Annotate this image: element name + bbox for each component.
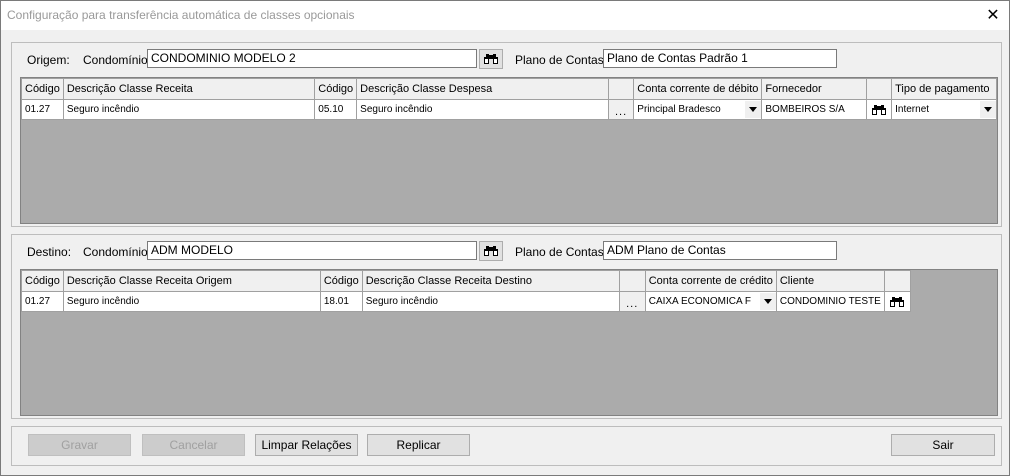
header-descricao-receita[interactable]: Descrição Classe Receita <box>62 78 316 100</box>
header-conta-credito[interactable]: Conta corrente de crédito <box>644 270 777 292</box>
header-descricao-receita-origem[interactable]: Descrição Classe Receita Origem <box>62 270 321 292</box>
destino-plano-field[interactable]: ADM Plano de Contas <box>603 241 837 260</box>
ellipsis-button[interactable]: ... <box>618 291 646 312</box>
header-conta-debito[interactable]: Conta corrente de débito <box>633 78 763 100</box>
header-descricao-receita-destino[interactable]: Descrição Classe Receita Destino <box>361 270 620 292</box>
cliente-search-button[interactable] <box>883 291 911 312</box>
binoculars-icon <box>484 54 498 64</box>
tipo-pagamento-value: Internet <box>895 104 930 115</box>
header-codigo-despesa[interactable]: Código <box>314 78 358 100</box>
origem-condominio-field[interactable]: CONDOMINIO MODELO 2 <box>147 49 477 68</box>
chevron-down-icon[interactable] <box>745 101 761 118</box>
binoculars-icon <box>484 246 498 256</box>
origem-plano-label: Plano de Contas: <box>515 53 608 67</box>
conta-credito-dropdown[interactable]: CAIXA ECONOMICA F <box>644 291 777 312</box>
replicar-button[interactable]: Replicar <box>367 434 470 456</box>
destino-table: Código Descrição Classe Receita Origem C… <box>21 270 911 312</box>
cell-descricao-receita[interactable]: Seguro incêndio <box>62 99 316 120</box>
header-tipo-pagamento[interactable]: Tipo de pagamento <box>891 78 997 100</box>
destino-condominio-label: Condomínio: <box>83 245 152 259</box>
cell-descricao-despesa[interactable]: Seguro incêndio <box>356 99 609 120</box>
sair-button[interactable]: Sair <box>891 434 995 456</box>
origem-panel: Origem: Condomínio: CONDOMINIO MODELO 2 … <box>11 42 1002 227</box>
cell-descricao-receita-destino[interactable]: Seguro incêndio <box>361 291 620 312</box>
header-descricao-despesa[interactable]: Descrição Classe Despesa <box>356 78 609 100</box>
chevron-down-icon[interactable] <box>980 101 996 118</box>
header-blank <box>883 270 911 292</box>
header-cliente[interactable]: Cliente <box>775 270 885 292</box>
header-codigo-destino[interactable]: Código <box>319 270 363 292</box>
destino-plano-label: Plano de Contas: <box>515 245 608 259</box>
table-row[interactable]: 01.27 Seguro incêndio 18.01 Seguro incên… <box>21 291 911 312</box>
header-blank <box>618 270 646 292</box>
header-fornecedor[interactable]: Fornecedor <box>761 78 867 100</box>
origem-condominio-label: Condomínio: <box>83 53 152 67</box>
destino-condominio-search-button[interactable] <box>479 241 503 261</box>
destino-grid: Código Descrição Classe Receita Origem C… <box>20 269 998 416</box>
cell-descricao-receita-origem[interactable]: Seguro incêndio <box>62 291 321 312</box>
destino-label: Destino: <box>27 245 72 259</box>
ellipsis-icon: ... <box>614 105 628 118</box>
cell-codigo-despesa[interactable]: 05.10 <box>314 99 358 120</box>
origem-label: Origem: <box>27 53 70 67</box>
origem-header-row: Código Descrição Classe Receita Código D… <box>21 78 997 100</box>
destino-panel: Destino: Condomínio: ADM MODELO Plano de… <box>11 234 1002 419</box>
origem-plano-field[interactable]: Plano de Contas Padrão 1 <box>603 49 837 68</box>
cell-fornecedor[interactable]: BOMBEIROS S/A <box>761 99 867 120</box>
chevron-down-icon[interactable] <box>759 293 776 310</box>
header-blank <box>865 78 893 100</box>
binoculars-icon <box>871 104 886 115</box>
ellipsis-button[interactable]: ... <box>607 99 635 120</box>
destino-condominio-field[interactable]: ADM MODELO <box>147 241 477 260</box>
header-codigo[interactable]: Código <box>21 78 64 100</box>
cell-codigo[interactable]: 01.27 <box>21 99 64 120</box>
window-title: Configuração para transferência automáti… <box>7 8 355 22</box>
tipo-pagamento-dropdown[interactable]: Internet <box>891 99 997 120</box>
cell-cliente[interactable]: CONDOMINIO TESTE <box>775 291 885 312</box>
cancelar-button[interactable]: Cancelar <box>142 434 245 456</box>
origem-grid: Código Descrição Classe Receita Código D… <box>20 77 998 224</box>
origem-condominio-search-button[interactable] <box>479 49 503 69</box>
conta-credito-value: CAIXA ECONOMICA F <box>648 296 751 307</box>
origem-table: Código Descrição Classe Receita Código D… <box>21 78 997 120</box>
title-bar: Configuração para transferência automáti… <box>1 1 1009 30</box>
gravar-button[interactable]: Gravar <box>28 434 131 456</box>
dialog-window: Configuração para transferência automáti… <box>0 0 1010 476</box>
conta-debito-dropdown[interactable]: Principal Bradesco <box>633 99 763 120</box>
binoculars-icon <box>890 296 905 307</box>
fornecedor-search-button[interactable] <box>865 99 893 120</box>
limpar-relacoes-button[interactable]: Limpar Relações <box>255 434 358 456</box>
header-blank <box>607 78 635 100</box>
conta-debito-value: Principal Bradesco <box>637 104 721 115</box>
table-row[interactable]: 01.27 Seguro incêndio 05.10 Seguro incên… <box>21 99 997 120</box>
destino-header-row: Código Descrição Classe Receita Origem C… <box>21 270 911 292</box>
cell-codigo-destino[interactable]: 18.01 <box>319 291 363 312</box>
ellipsis-icon: ... <box>626 297 639 310</box>
cell-codigo[interactable]: 01.27 <box>21 291 64 312</box>
close-button[interactable]: ✕ <box>981 4 1005 26</box>
header-codigo[interactable]: Código <box>21 270 64 292</box>
